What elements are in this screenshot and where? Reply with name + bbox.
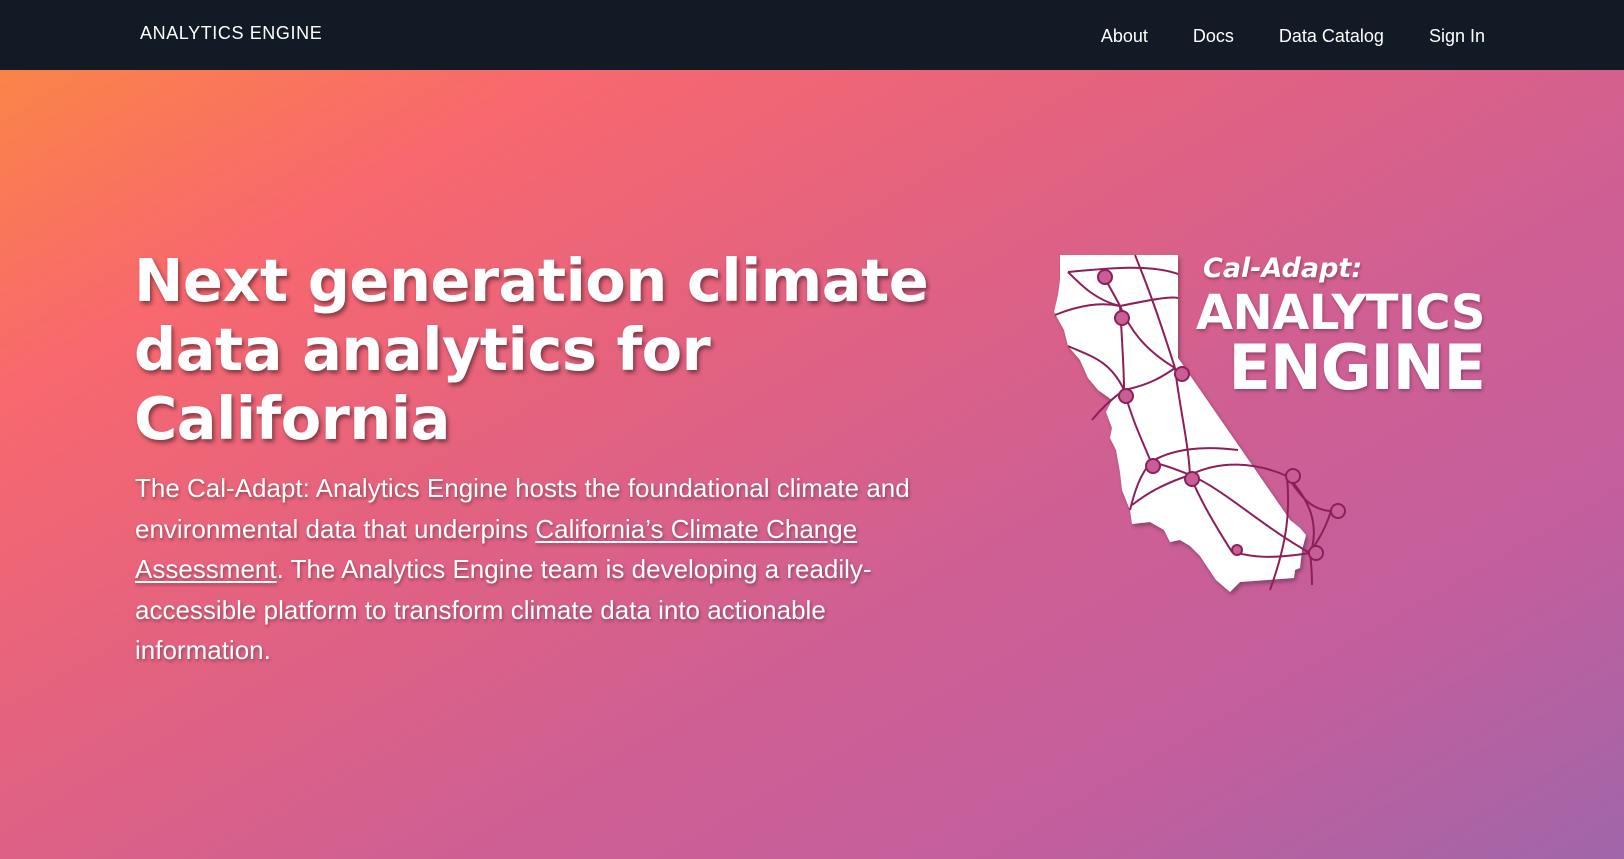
network-node: [1145, 458, 1161, 474]
hero-description: The Cal-Adapt: Analytics Engine hosts th…: [135, 468, 955, 671]
network-node: [1114, 310, 1130, 326]
network-node: [1285, 468, 1301, 484]
network-node: [1118, 388, 1134, 404]
nav-link-sign-in[interactable]: Sign In: [1429, 24, 1485, 47]
nav-link-about[interactable]: About: [1101, 24, 1148, 47]
top-navbar: ANALYTICS ENGINE About Docs Data Catalog…: [0, 0, 1624, 70]
network-node: [1308, 545, 1324, 561]
brand-link[interactable]: ANALYTICS ENGINE: [140, 23, 322, 44]
logo-title-line2: ENGINE: [1228, 331, 1486, 404]
network-node: [1097, 269, 1113, 285]
network-node: [1184, 471, 1200, 487]
nav-link-docs[interactable]: Docs: [1193, 24, 1234, 47]
nav-link-data-catalog[interactable]: Data Catalog: [1279, 24, 1384, 47]
network-node: [1174, 366, 1190, 382]
hero-title: Next generation climate data analytics f…: [134, 246, 929, 453]
nav-links: About Docs Data Catalog Sign In: [1101, 0, 1485, 70]
network-node: [1231, 544, 1243, 556]
network-node: [1330, 503, 1346, 519]
logo-subtitle: Cal-Adapt:: [1203, 253, 1363, 284]
